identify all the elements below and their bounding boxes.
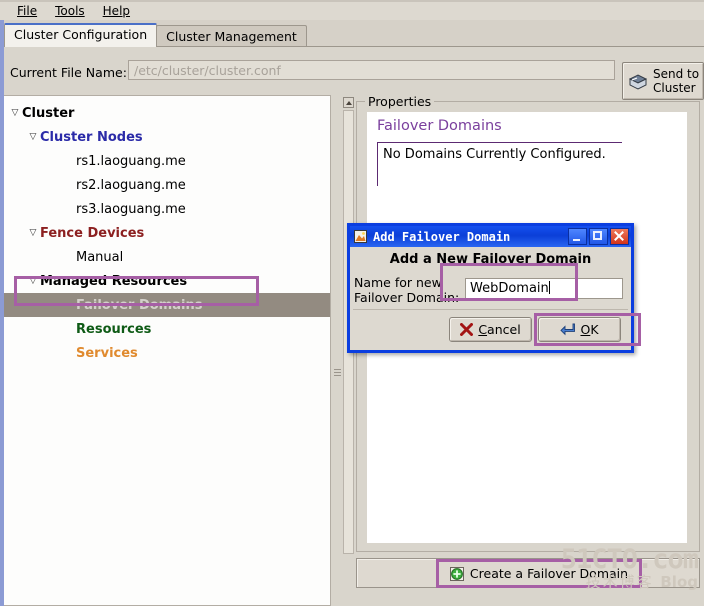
- chevron-down-icon[interactable]: ▽: [26, 276, 40, 286]
- ok-button-label: OK: [580, 322, 598, 337]
- properties-body-text: No Domains Currently Configured.: [383, 147, 606, 162]
- tree-item-cluster[interactable]: ▽ Cluster: [4, 101, 330, 125]
- file-name-label: Current File Name:: [10, 65, 127, 80]
- tab-cluster-configuration-label: Cluster Configuration: [14, 27, 148, 42]
- domain-name-label: Name for new Failover Domain:: [354, 275, 459, 305]
- tab-cluster-management[interactable]: Cluster Management: [156, 25, 307, 47]
- file-name-row: Current File Name: /etc/cluster/cluster.…: [4, 57, 704, 100]
- enter-arrow-icon: [560, 323, 576, 336]
- tree-item-rs3-laoguang-me[interactable]: rs3.laoguang.me: [4, 197, 330, 221]
- dialog-separator: [353, 309, 628, 310]
- tree-item-label: Managed Resources: [40, 273, 188, 289]
- chevron-down-icon[interactable]: ▽: [8, 108, 22, 118]
- tree-item-resources[interactable]: Resources: [4, 317, 330, 341]
- dialog-close-button[interactable]: [610, 228, 629, 245]
- send-to-cluster-icon: [628, 73, 648, 90]
- menu-bar: File Tools Help: [0, 2, 704, 20]
- pane-splitter[interactable]: [332, 95, 343, 606]
- add-failover-domain-dialog: Add Failover Domain Add a New Failover D…: [347, 223, 641, 353]
- cancel-button-label: Cancel: [478, 322, 520, 337]
- tree-item-manual[interactable]: Manual: [4, 245, 330, 269]
- send-to-cluster-label-line1: Send to: [653, 67, 700, 81]
- send-to-cluster-label: Send to Cluster: [653, 67, 699, 95]
- cancel-button-rest: ancel: [487, 322, 521, 337]
- tree-item-label: Manual: [76, 249, 124, 265]
- properties-title: Failover Domains: [377, 118, 502, 134]
- scroll-up-button[interactable]: [343, 97, 354, 108]
- tree-item-rs1-laoguang-me[interactable]: rs1.laoguang.me: [4, 149, 330, 173]
- domain-name-input[interactable]: WebDomain: [465, 278, 623, 299]
- dialog-body: Add a New Failover Domain Name for new F…: [350, 247, 641, 350]
- menu-item-file[interactable]: File: [8, 3, 46, 19]
- cancel-x-icon: [460, 323, 474, 336]
- tree-item-label: Cluster Nodes: [40, 129, 143, 145]
- menu-item-tools[interactable]: Tools: [46, 3, 94, 19]
- properties-title-rule: [377, 142, 622, 143]
- create-failover-domain-button[interactable]: Create a Failover Domain: [440, 562, 638, 585]
- domain-name-input-value: WebDomain: [470, 281, 549, 296]
- tree-item-label: Resources: [76, 321, 152, 337]
- dialog-app-icon: [354, 230, 367, 243]
- menu-item-file-label: File: [17, 4, 38, 18]
- ok-button-rest: K: [590, 322, 599, 337]
- cluster-tree: ▽ Cluster ▽ Cluster Nodes rs1.laoguang.me rs2…: [4, 96, 330, 365]
- cluster-tree-pane: ▽ Cluster ▽ Cluster Nodes rs1.laoguang.me rs2…: [4, 95, 331, 606]
- tree-item-label: Services: [76, 345, 138, 361]
- tree-item-label: rs2.laoguang.me: [76, 177, 186, 193]
- dialog-heading: Add a New Failover Domain: [389, 252, 592, 267]
- add-plus-icon: [449, 566, 464, 581]
- tree-item-rs2-laoguang-me[interactable]: rs2.laoguang.me: [4, 173, 330, 197]
- cancel-button[interactable]: Cancel: [449, 317, 532, 342]
- dialog-minimize-button[interactable]: [568, 228, 587, 245]
- properties-groupbox-legend: Properties: [365, 94, 435, 109]
- chevron-down-icon[interactable]: ▽: [26, 228, 40, 238]
- splitter-grip-icon: [334, 367, 341, 378]
- tree-item-services[interactable]: Services: [4, 341, 330, 365]
- menu-item-help-label: Help: [102, 4, 131, 18]
- cancel-button-mnemonic: C: [478, 322, 488, 337]
- menu-item-tools-label: Tools: [55, 4, 85, 18]
- tree-item-label: Failover Domains: [76, 297, 203, 313]
- ok-button-mnemonic: O: [580, 322, 591, 337]
- dialog-button-row: Cancel OK: [350, 313, 641, 346]
- chevron-down-icon[interactable]: ▽: [26, 132, 40, 142]
- properties-left-rule: [377, 142, 378, 186]
- dialog-title-text: Add Failover Domain: [373, 229, 511, 244]
- tree-item-cluster-nodes[interactable]: ▽ Cluster Nodes: [4, 125, 330, 149]
- properties-action-bar: Create a Failover Domain: [356, 558, 700, 588]
- menu-item-help[interactable]: Help: [94, 3, 139, 19]
- create-failover-domain-label: Create a Failover Domain: [469, 566, 629, 581]
- tab-cluster-configuration[interactable]: Cluster Configuration: [4, 23, 158, 47]
- tree-item-label: rs3.laoguang.me: [76, 201, 186, 217]
- ok-button[interactable]: OK: [538, 317, 621, 342]
- tree-item-managed-resources[interactable]: ▽ Managed Resources: [4, 269, 330, 293]
- tree-item-label: Fence Devices: [40, 225, 145, 241]
- tree-item-fence-devices[interactable]: ▽ Fence Devices: [4, 221, 330, 245]
- text-caret: [548, 281, 550, 294]
- tree-item-label: Cluster: [22, 105, 75, 121]
- domain-name-label-line1: Name for new: [354, 275, 442, 290]
- tab-cluster-management-label: Cluster Management: [166, 29, 297, 44]
- file-name-input[interactable]: /etc/cluster/cluster.conf: [128, 60, 615, 80]
- dialog-title-bar[interactable]: Add Failover Domain: [350, 226, 631, 247]
- dialog-maximize-button[interactable]: [589, 228, 608, 245]
- application-window: File Tools Help Cluster Configuration Cl…: [0, 0, 704, 606]
- tree-item-failover-domains[interactable]: Failover Domains: [4, 293, 330, 317]
- send-to-cluster-label-line2: Cluster: [653, 81, 696, 95]
- domain-name-label-line2: Failover Domain:: [354, 290, 460, 305]
- tab-bar: Cluster Configuration Cluster Management: [4, 23, 704, 47]
- tree-item-label: rs1.laoguang.me: [76, 153, 186, 169]
